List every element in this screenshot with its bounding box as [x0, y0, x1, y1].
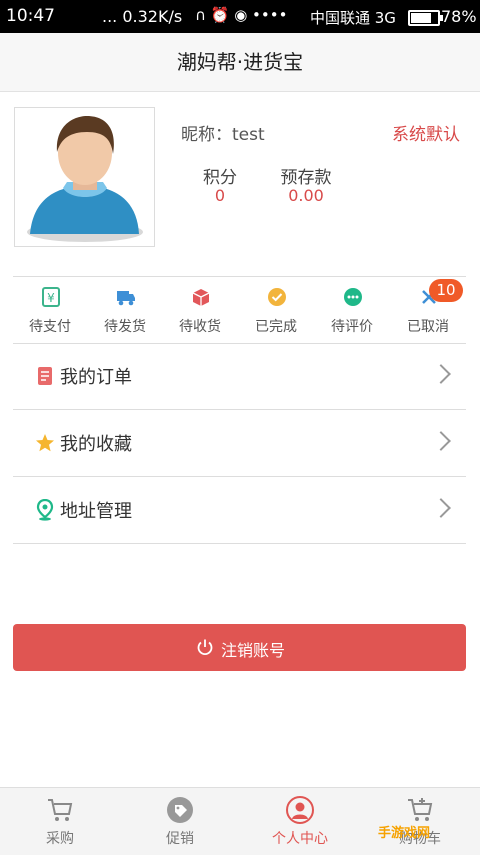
nickname-label: 昵称：test	[181, 125, 265, 145]
profile-section: 昵称：test 系统默认 积分 0 预存款 0.00	[0, 92, 480, 272]
chevron-right-icon	[431, 431, 451, 451]
chevron-right-icon	[431, 364, 451, 384]
status-bar: 10:47 ... 0.32K/s ∩ ⏰ ◉ •••• 中国联通 3G 78%	[0, 0, 480, 33]
page-title: 潮妈帮·进货宝	[0, 33, 480, 92]
delivery-truck-icon	[117, 291, 135, 306]
order-pending-review-label: 待评价	[331, 319, 373, 335]
tab-personal-center[interactable]: 个人中心	[240, 788, 360, 855]
tab-purchase[interactable]: 采购	[0, 788, 120, 855]
battery-percent: 78%	[441, 7, 477, 26]
order-pending-shipment[interactable]: 待发货	[88, 277, 162, 343]
menu-my-favorites[interactable]: 我的收藏	[13, 410, 466, 477]
menu-address-management-label: 地址管理	[60, 501, 132, 522]
logout-button[interactable]: 注销账号	[13, 624, 466, 671]
shopping-cart-icon	[408, 798, 433, 821]
status-carrier: 中国联通 3G	[310, 9, 396, 27]
points-label: 积分	[203, 168, 237, 188]
status-time: 10:47	[6, 6, 55, 26]
avatar[interactable]	[14, 107, 155, 247]
order-pending-receipt-label: 待收货	[179, 319, 221, 335]
tab-personal-center-label: 个人中心	[272, 831, 328, 847]
package-icon	[192, 289, 210, 306]
menu-my-orders[interactable]: 我的订单	[13, 343, 466, 410]
yen-payment-icon: ¥	[42, 287, 60, 307]
tab-promotion[interactable]: 促销	[120, 788, 240, 855]
deposit-value: 0.00	[288, 186, 324, 205]
check-circle-icon	[268, 288, 286, 306]
logout-label: 注销账号	[221, 641, 286, 660]
order-pending-shipment-label: 待发货	[104, 319, 146, 335]
location-pin-icon	[36, 499, 54, 521]
tab-promotion-label: 促销	[166, 831, 194, 847]
default-level-label: 系统默认	[392, 125, 460, 145]
bottom-tab-bar: 采购 促销 个人中心 购物车	[0, 787, 480, 855]
order-completed[interactable]: 已完成	[239, 277, 313, 343]
chevron-right-icon	[431, 498, 451, 518]
power-icon	[197, 639, 213, 656]
order-pending-payment-label: 待支付	[29, 319, 71, 335]
battery-icon	[408, 10, 443, 26]
menu-my-favorites-label: 我的收藏	[60, 434, 132, 455]
user-icon	[286, 796, 314, 824]
svg-text:¥: ¥	[47, 291, 55, 305]
star-icon	[36, 434, 54, 452]
order-cancelled-label: 已取消	[407, 319, 449, 335]
status-icons: ∩ ⏰ ◉ ••••	[195, 6, 288, 24]
cart-icon	[48, 799, 73, 821]
watermark-logo: 手游戏网	[378, 826, 431, 841]
points-value: 0	[214, 186, 226, 205]
order-list-icon	[38, 367, 52, 385]
deposit-label: 预存款	[280, 168, 332, 188]
tab-purchase-label: 采购	[46, 831, 74, 847]
chat-bubble-icon	[344, 288, 362, 306]
order-status-bar: ¥ 待支付 待发货 待收货 已完成 待评价 已取消	[13, 276, 466, 344]
cancelled-count-badge: 10	[429, 279, 463, 302]
order-completed-label: 已完成	[255, 319, 297, 335]
tag-icon	[167, 797, 193, 823]
order-pending-payment[interactable]: ¥ 待支付	[13, 277, 87, 343]
menu-address-management[interactable]: 地址管理	[13, 477, 466, 544]
order-pending-receipt[interactable]: 待收货	[163, 277, 237, 343]
order-pending-review[interactable]: 待评价	[315, 277, 389, 343]
status-network-speed: ... 0.32K/s	[102, 7, 183, 26]
menu-my-orders-label: 我的订单	[60, 367, 132, 388]
